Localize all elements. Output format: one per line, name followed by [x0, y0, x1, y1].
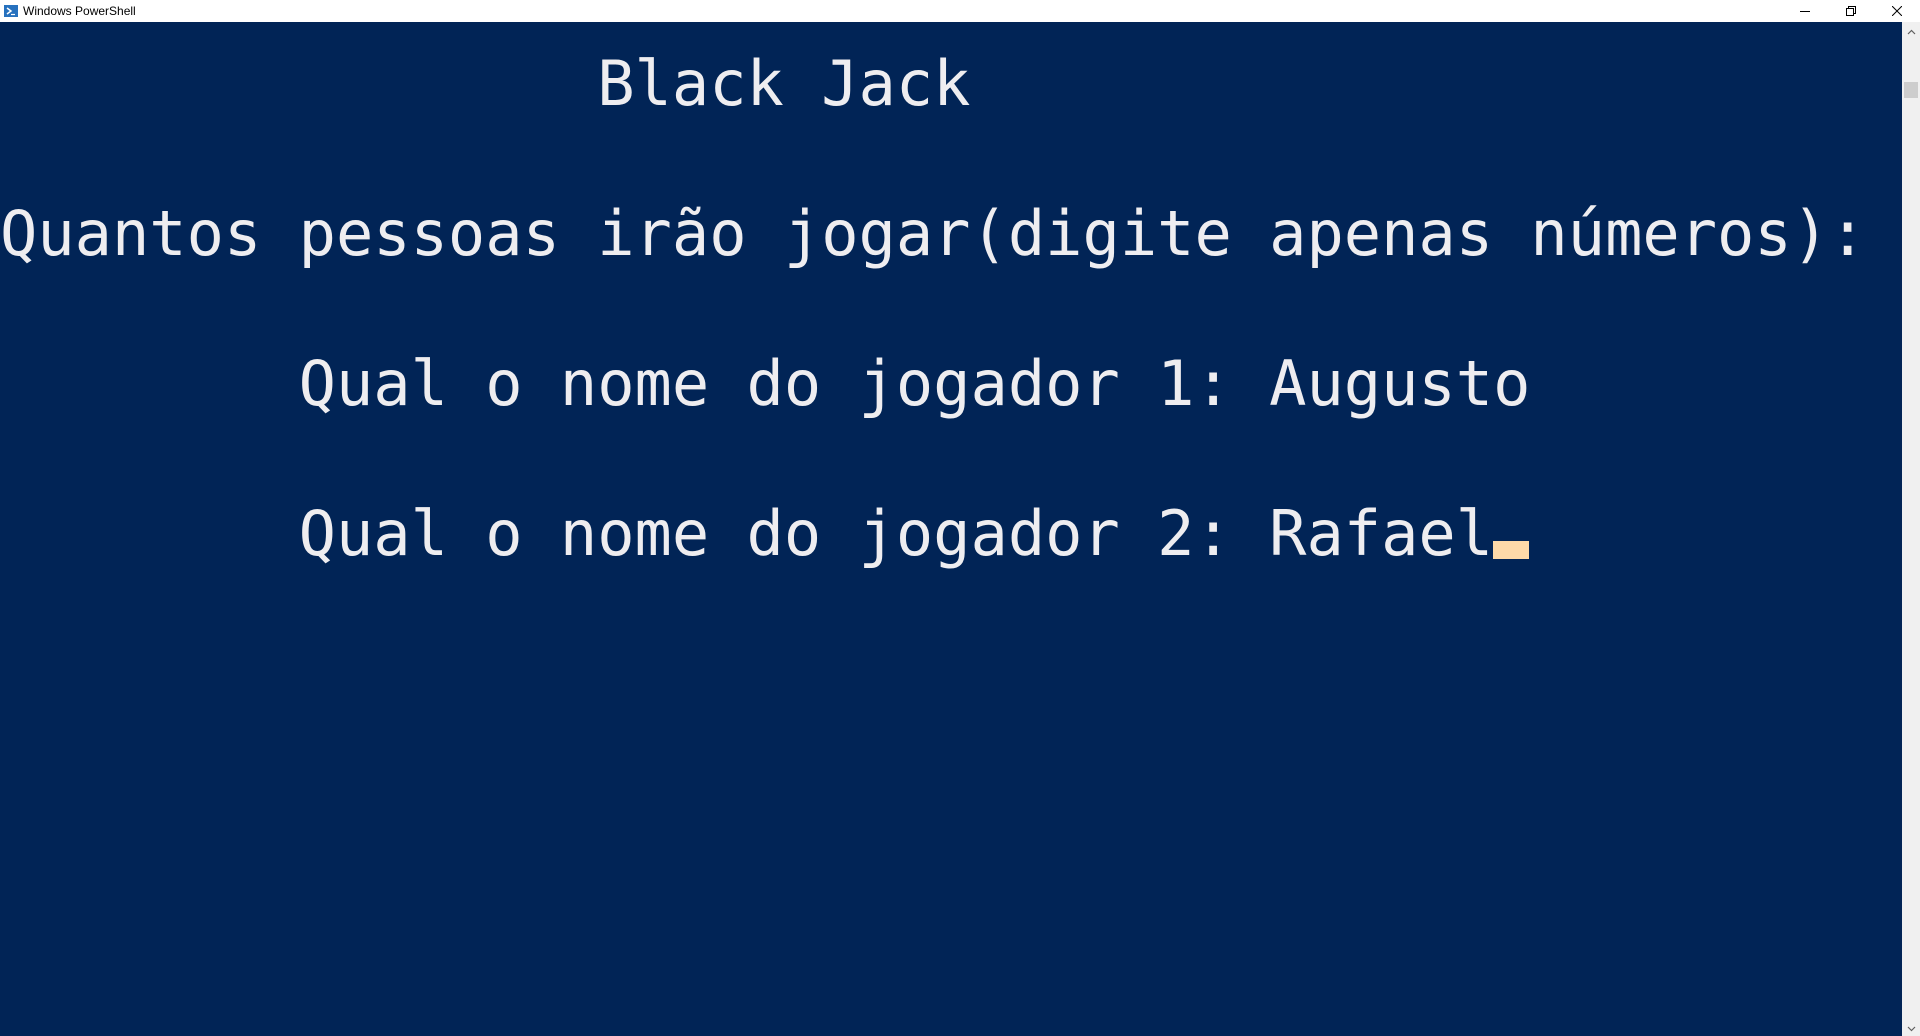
text-cursor — [1493, 541, 1530, 559]
restore-button[interactable] — [1828, 0, 1874, 22]
console-line-player-count: Quantos pessoas irão jogar(digite apenas… — [0, 197, 1902, 270]
powershell-icon[interactable] — [4, 4, 18, 18]
console-input-text: Qual o nome do jogador 2: Rafael — [0, 497, 1494, 570]
vertical-scrollbar[interactable] — [1902, 22, 1920, 1036]
powershell-window: Windows PowerShell Black Jack Quantos pe… — [0, 0, 1920, 1036]
minimize-icon — [1800, 6, 1810, 16]
console-line-player-1: Qual o nome do jogador 1: Augusto — [0, 347, 1531, 420]
window-title: Windows PowerShell — [23, 4, 136, 18]
console-output[interactable]: Black Jack Quantos pessoas irão jogar(di… — [0, 22, 1902, 1036]
close-icon — [1892, 6, 1902, 16]
scroll-down-button[interactable] — [1902, 1019, 1920, 1036]
scroll-up-button[interactable] — [1902, 22, 1920, 39]
close-button[interactable] — [1874, 0, 1920, 22]
console-line-title: Black Jack — [0, 47, 971, 120]
restore-icon — [1846, 6, 1856, 16]
minimize-button[interactable] — [1782, 0, 1828, 22]
console-line-player-2: Qual o nome do jogador 2: Rafael — [0, 459, 1530, 609]
title-bar[interactable]: Windows PowerShell — [0, 0, 1920, 22]
scrollbar-thumb[interactable] — [1904, 82, 1918, 98]
chevron-down-icon — [1907, 1019, 1916, 1036]
chevron-up-icon — [1907, 22, 1916, 40]
